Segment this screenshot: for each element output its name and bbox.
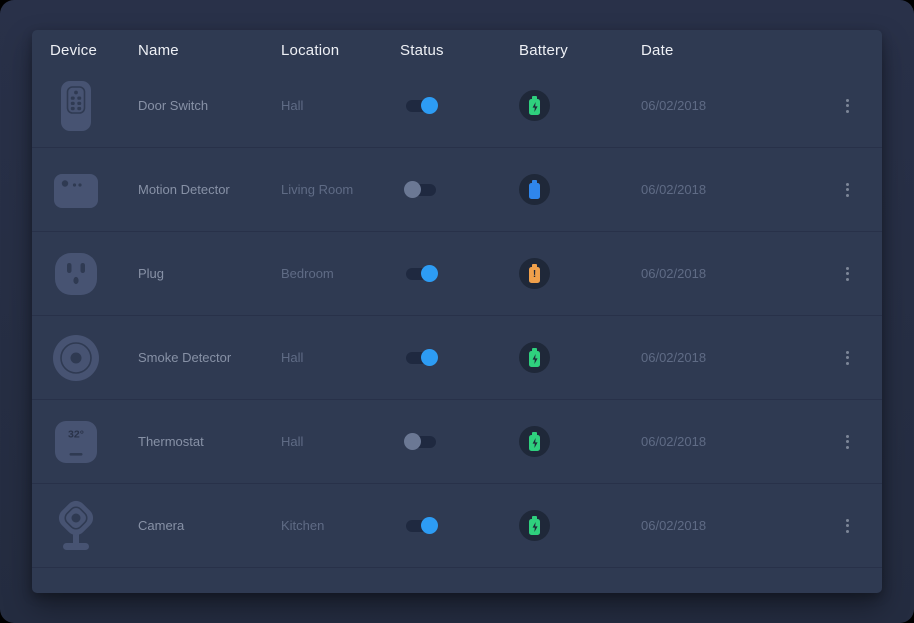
actions-cell xyxy=(831,431,864,453)
kebab-menu-icon[interactable] xyxy=(842,179,853,201)
battery-indicator xyxy=(519,174,550,205)
kebab-menu-icon[interactable] xyxy=(842,347,853,369)
device-name: Smoke Detector xyxy=(138,350,281,365)
battery-indicator xyxy=(519,342,550,373)
battery-body xyxy=(529,183,540,199)
column-header-name: Name xyxy=(138,42,281,59)
actions-cell xyxy=(831,95,864,117)
device-table-card: Device Name Location Status Battery Date… xyxy=(32,30,882,593)
status-cell xyxy=(400,265,519,282)
table-row: Door Switch Hall 06/02/2018 xyxy=(32,64,882,148)
status-cell xyxy=(400,97,519,114)
battery-cell xyxy=(519,426,641,457)
battery-body xyxy=(529,99,540,115)
battery-cell xyxy=(519,258,641,289)
door-switch-icon xyxy=(59,79,93,133)
device-icon-cell xyxy=(50,334,102,382)
table-row: Smoke Detector Hall 06/02/2018 xyxy=(32,316,882,400)
status-toggle[interactable] xyxy=(406,181,436,198)
battery-indicator xyxy=(519,510,550,541)
device-location: Kitchen xyxy=(281,518,400,533)
device-date: 06/02/2018 xyxy=(641,266,831,281)
status-toggle[interactable] xyxy=(406,433,436,450)
battery-body xyxy=(529,267,540,283)
status-toggle[interactable] xyxy=(406,349,436,366)
kebab-menu-icon[interactable] xyxy=(842,515,853,537)
device-location: Hall xyxy=(281,350,400,365)
table-row: Plug Bedroom 06/02/2018 xyxy=(32,232,882,316)
status-cell xyxy=(400,349,519,366)
toggle-knob xyxy=(404,433,421,450)
actions-cell xyxy=(831,347,864,369)
device-location: Hall xyxy=(281,434,400,449)
device-date: 06/02/2018 xyxy=(641,182,831,197)
actions-cell xyxy=(831,179,864,201)
battery-indicator xyxy=(519,90,550,121)
kebab-menu-icon[interactable] xyxy=(842,95,853,117)
status-cell xyxy=(400,433,519,450)
device-location: Hall xyxy=(281,98,400,113)
device-name: Door Switch xyxy=(138,98,281,113)
table-header-row: Device Name Location Status Battery Date xyxy=(32,30,882,64)
charging-bolt-icon xyxy=(532,102,538,112)
battery-cell xyxy=(519,90,641,121)
kebab-menu-icon[interactable] xyxy=(842,431,853,453)
motion-detector-icon xyxy=(53,170,99,210)
column-header-status: Status xyxy=(400,42,519,59)
table-row: Camera Kitchen 06/02/2018 xyxy=(32,484,882,568)
status-toggle[interactable] xyxy=(406,97,436,114)
warning-exclamation-icon xyxy=(533,270,536,280)
battery-cell xyxy=(519,510,641,541)
toggle-knob xyxy=(421,517,438,534)
device-date: 06/02/2018 xyxy=(641,518,831,533)
charging-bolt-icon xyxy=(532,522,538,532)
battery-body xyxy=(529,435,540,451)
toggle-knob xyxy=(421,97,438,114)
column-header-location: Location xyxy=(281,42,400,59)
device-name: Thermostat xyxy=(138,434,281,449)
device-location: Bedroom xyxy=(281,266,400,281)
kebab-menu-icon[interactable] xyxy=(842,263,853,285)
toggle-knob xyxy=(404,181,421,198)
charging-bolt-icon xyxy=(532,354,538,364)
device-name: Plug xyxy=(138,266,281,281)
table-row: Motion Detector Living Room 06/02/2018 xyxy=(32,148,882,232)
column-header-battery: Battery xyxy=(519,42,641,59)
device-name: Camera xyxy=(138,518,281,533)
status-cell xyxy=(400,517,519,534)
device-name: Motion Detector xyxy=(138,182,281,197)
device-icon-cell xyxy=(50,170,102,210)
device-date: 06/02/2018 xyxy=(641,350,831,365)
column-header-date: Date xyxy=(641,42,831,59)
thermostat-temperature-label: 32° xyxy=(68,428,84,440)
toggle-knob xyxy=(421,265,438,282)
device-icon-cell xyxy=(50,79,102,133)
device-icon-cell xyxy=(50,499,102,553)
device-date: 06/02/2018 xyxy=(641,98,831,113)
smoke-detector-icon xyxy=(52,334,100,382)
battery-indicator xyxy=(519,258,550,289)
device-date: 06/02/2018 xyxy=(641,434,831,449)
charging-bolt-icon xyxy=(532,438,538,448)
toggle-knob xyxy=(421,349,438,366)
actions-cell xyxy=(831,515,864,537)
plug-icon xyxy=(54,252,98,296)
column-header-device: Device xyxy=(50,42,138,59)
device-icon-cell: 32° xyxy=(50,420,102,464)
device-location: Living Room xyxy=(281,182,400,197)
battery-indicator xyxy=(519,426,550,457)
battery-body xyxy=(529,519,540,535)
app-screen: Device Name Location Status Battery Date… xyxy=(0,0,914,623)
camera-icon xyxy=(52,499,100,553)
actions-cell xyxy=(831,263,864,285)
thermostat-icon: 32° xyxy=(54,420,98,464)
battery-cell xyxy=(519,342,641,373)
battery-cell xyxy=(519,174,641,205)
table-row: 32° Thermostat Hall xyxy=(32,400,882,484)
battery-body xyxy=(529,351,540,367)
status-cell xyxy=(400,181,519,198)
status-toggle[interactable] xyxy=(406,265,436,282)
device-icon-cell xyxy=(50,252,102,296)
status-toggle[interactable] xyxy=(406,517,436,534)
